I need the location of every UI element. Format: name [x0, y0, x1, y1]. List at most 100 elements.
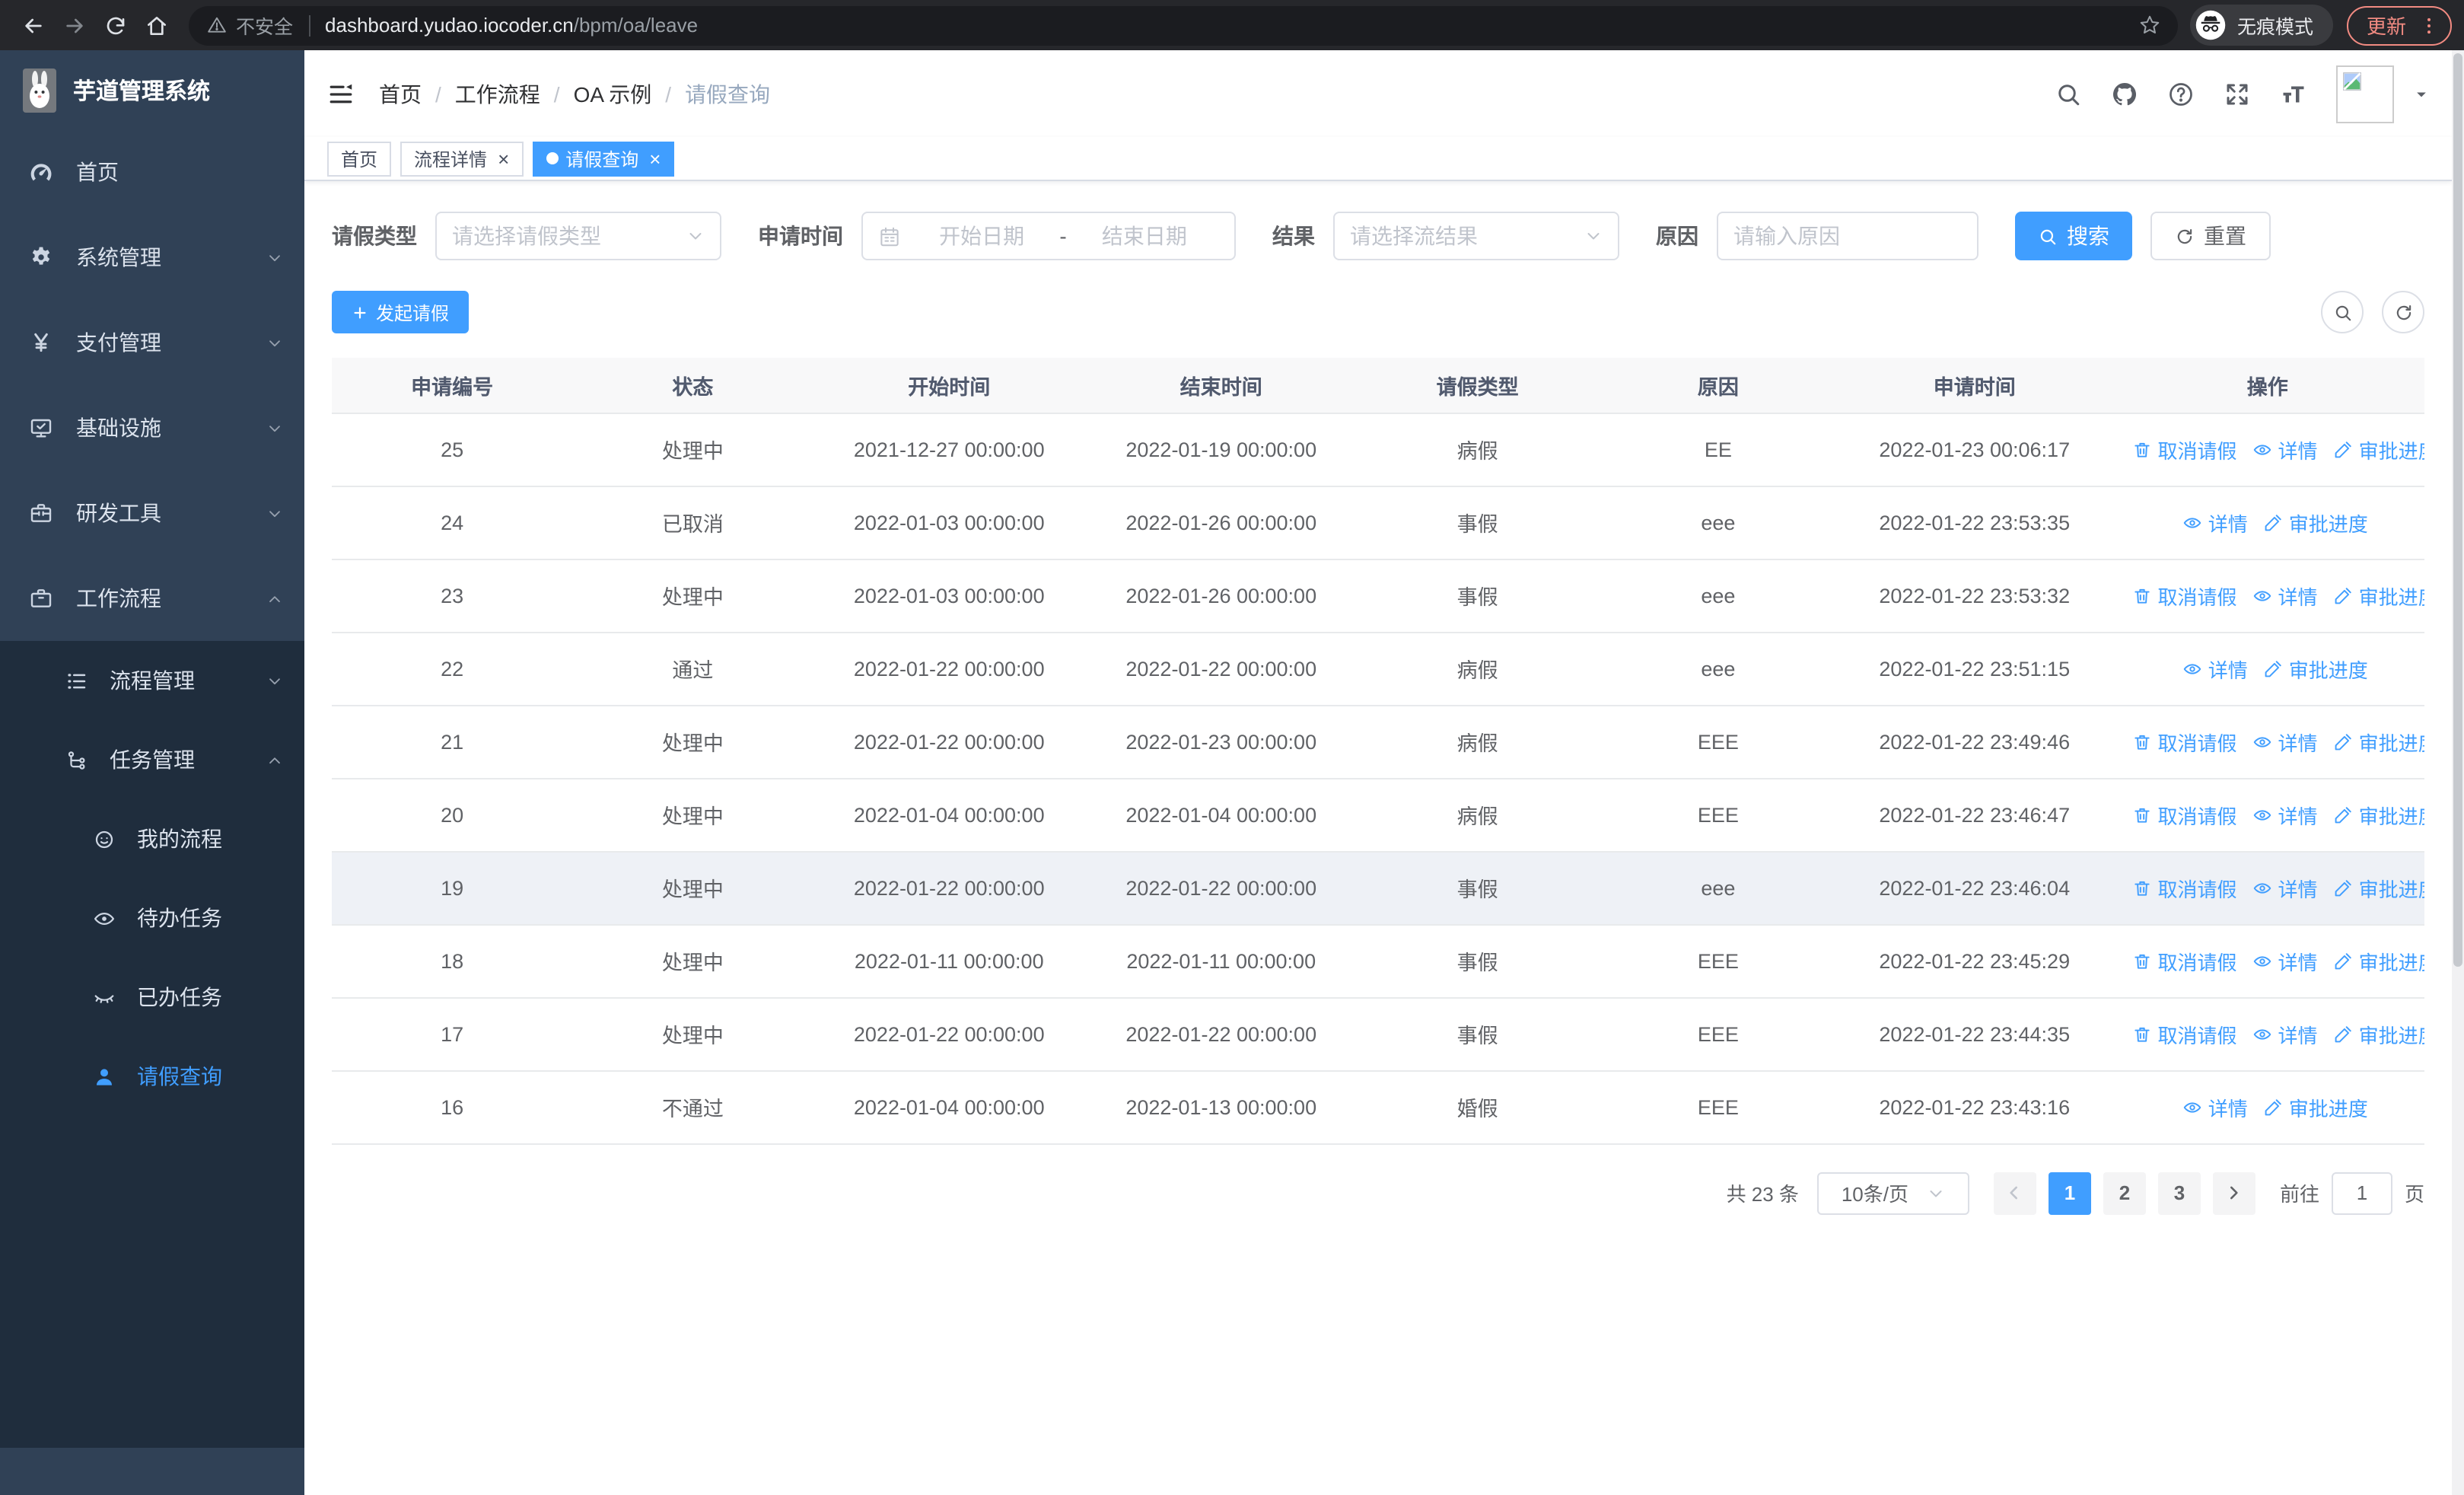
table-row[interactable]: 19 处理中 2022-01-22 00:00:00 2022-01-22 00:00… — [332, 851, 2424, 925]
create-leave-button[interactable]: 发起请假 — [332, 291, 470, 333]
page-button-3[interactable]: 3 — [2157, 1171, 2201, 1214]
sidebar-item-已办任务[interactable]: 已办任务 — [0, 958, 304, 1037]
page-scrollbar[interactable] — [2452, 50, 2464, 1495]
detail-action[interactable]: 详情 — [2252, 581, 2318, 610]
search-icon[interactable] — [2055, 80, 2082, 107]
main-area: 首页 / 工作流程 / OA 示例 / 请假查询 首页 流程详情 × 请假查询 × — [304, 50, 2452, 1495]
trash-icon — [2132, 1024, 2152, 1044]
avatar-caret-icon[interactable] — [2414, 86, 2429, 101]
table-refresh-button[interactable] — [2382, 291, 2424, 333]
detail-action[interactable]: 详情 — [2182, 1092, 2248, 1121]
gear-icon — [27, 245, 55, 269]
trash-icon — [2132, 805, 2152, 824]
avatar[interactable] — [2336, 65, 2394, 123]
table-row[interactable]: 21 处理中 2022-01-22 00:00:00 2022-01-23 00:00… — [332, 705, 2424, 779]
goto-page-input[interactable]: 1 — [2331, 1171, 2392, 1214]
cancel-action[interactable]: 取消请假 — [2132, 727, 2237, 756]
detail-action[interactable]: 详情 — [2182, 508, 2248, 537]
prev-page-button[interactable] — [1993, 1171, 2036, 1214]
detail-action[interactable]: 详情 — [2252, 727, 2318, 756]
detail-action[interactable]: 详情 — [2252, 435, 2318, 464]
breadcrumb-item[interactable]: 首页 — [379, 78, 422, 109]
detail-action[interactable]: 详情 — [2252, 800, 2318, 829]
reset-button[interactable]: 重置 — [2150, 212, 2271, 260]
sidebar-item-任务管理[interactable]: 任务管理 — [0, 720, 304, 799]
sidebar-item-工作流程[interactable]: 工作流程 — [0, 556, 304, 641]
table-row[interactable]: 18 处理中 2022-01-11 00:00:00 2022-01-11 00:00… — [332, 924, 2424, 998]
close-icon[interactable]: × — [498, 148, 509, 168]
page-button-1[interactable]: 1 — [2048, 1171, 2091, 1214]
bookmark-icon[interactable] — [2134, 14, 2167, 37]
view-tab-流程详情[interactable]: 流程详情 × — [400, 141, 524, 176]
table-row[interactable]: 25 处理中 2021-12-27 00:00:00 2022-01-19 00:00… — [332, 413, 2424, 486]
breadcrumb-item[interactable]: OA 示例 — [574, 78, 652, 109]
detail-action[interactable]: 详情 — [2252, 873, 2318, 902]
breadcrumb-item[interactable]: 请假查询 — [685, 78, 770, 109]
sidebar-item-流程管理[interactable]: 流程管理 — [0, 641, 304, 720]
progress-action[interactable]: 审批进度 — [2333, 873, 2424, 902]
cell-start: 2022-01-22 00:00:00 — [813, 997, 1085, 1071]
result-select[interactable]: 请选择流结果 — [1333, 212, 1619, 260]
leave-type-label: 请假类型 — [332, 224, 417, 248]
table-row[interactable]: 23 处理中 2022-01-03 00:00:00 2022-01-26 00:00… — [332, 559, 2424, 633]
table-search-button[interactable] — [2321, 291, 2364, 333]
detail-action[interactable]: 详情 — [2252, 946, 2318, 975]
progress-action[interactable]: 审批进度 — [2333, 946, 2424, 975]
browser-menu-icon[interactable] — [2418, 14, 2440, 36]
sidebar-item-支付管理[interactable]: 支付管理 — [0, 300, 304, 385]
view-tab-请假查询[interactable]: 请假查询 × — [532, 141, 675, 176]
url-bar[interactable]: 不安全 dashboard.yudao.iocoder.cn/bpm/oa/le… — [189, 5, 2178, 45]
view-tab-首页[interactable]: 首页 — [327, 141, 392, 176]
sidebar-item-首页[interactable]: 首页 — [0, 129, 304, 215]
detail-action[interactable]: 详情 — [2252, 1019, 2318, 1048]
table-row[interactable]: 16 不通过 2022-01-04 00:00:00 2022-01-13 00:00… — [332, 1070, 2424, 1144]
collapse-sidebar-icon[interactable] — [327, 80, 355, 107]
progress-action[interactable]: 审批进度 — [2333, 727, 2424, 756]
table-row[interactable]: 17 处理中 2022-01-22 00:00:00 2022-01-22 00:00… — [332, 997, 2424, 1071]
breadcrumb-item[interactable]: 工作流程 — [455, 78, 540, 109]
page-button-2[interactable]: 2 — [2103, 1171, 2146, 1214]
progress-action[interactable]: 审批进度 — [2263, 654, 2368, 683]
progress-action[interactable]: 审批进度 — [2263, 1092, 2368, 1121]
sidebar-item-系统管理[interactable]: 系统管理 — [0, 215, 304, 300]
sidebar-item-待办任务[interactable]: 待办任务 — [0, 878, 304, 958]
back-icon[interactable] — [12, 5, 53, 46]
cancel-action[interactable]: 取消请假 — [2132, 581, 2237, 610]
detail-action[interactable]: 详情 — [2182, 654, 2248, 683]
progress-action[interactable]: 审批进度 — [2333, 1019, 2424, 1048]
progress-action[interactable]: 审批进度 — [2333, 435, 2424, 464]
next-page-button[interactable] — [2212, 1171, 2255, 1214]
close-icon[interactable]: × — [649, 148, 661, 168]
date-range-input[interactable]: 开始日期 - 结束日期 — [861, 212, 1236, 260]
cancel-action[interactable]: 取消请假 — [2132, 873, 2237, 902]
progress-action[interactable]: 审批进度 — [2333, 800, 2424, 829]
progress-action[interactable]: 审批进度 — [2263, 508, 2368, 537]
github-icon[interactable] — [2111, 80, 2138, 107]
forward-icon[interactable] — [53, 5, 94, 46]
help-icon[interactable] — [2167, 80, 2195, 107]
cancel-action[interactable]: 取消请假 — [2132, 946, 2237, 975]
page-size-select[interactable]: 10条/页 — [1816, 1171, 1969, 1214]
font-size-icon[interactable] — [2280, 80, 2307, 107]
scrollbar-thumb[interactable] — [2453, 53, 2462, 967]
sidebar-item-研发工具[interactable]: 研发工具 — [0, 470, 304, 556]
leave-type-select[interactable]: 请选择请假类型 — [435, 212, 721, 260]
cancel-action[interactable]: 取消请假 — [2132, 435, 2237, 464]
update-button[interactable]: 更新 — [2346, 5, 2452, 45]
table-header-row: 申请编号 状态 开始时间 结束时间 请假类型 原因 申请时间 操作 — [332, 358, 2424, 413]
home-icon[interactable] — [135, 5, 177, 46]
table-row[interactable]: 22 通过 2022-01-22 00:00:00 2022-01-22 00:00:… — [332, 632, 2424, 706]
table-row[interactable]: 24 已取消 2022-01-03 00:00:00 2022-01-26 00:00… — [332, 486, 2424, 559]
reason-input[interactable]: 请输入原因 — [1717, 212, 1979, 260]
sidebar-item-请假查询[interactable]: 请假查询 — [0, 1037, 304, 1116]
table-row[interactable]: 20 处理中 2022-01-04 00:00:00 2022-01-04 00:00… — [332, 778, 2424, 852]
fullscreen-icon[interactable] — [2224, 80, 2251, 107]
cancel-action[interactable]: 取消请假 — [2132, 800, 2237, 829]
pen-icon — [2333, 1024, 2353, 1044]
progress-action[interactable]: 审批进度 — [2333, 581, 2424, 610]
search-button[interactable]: 搜索 — [2015, 212, 2132, 260]
sidebar-item-基础设施[interactable]: 基础设施 — [0, 385, 304, 470]
cancel-action[interactable]: 取消请假 — [2132, 1019, 2237, 1048]
sidebar-item-我的流程[interactable]: 我的流程 — [0, 799, 304, 878]
reload-icon[interactable] — [94, 5, 135, 46]
